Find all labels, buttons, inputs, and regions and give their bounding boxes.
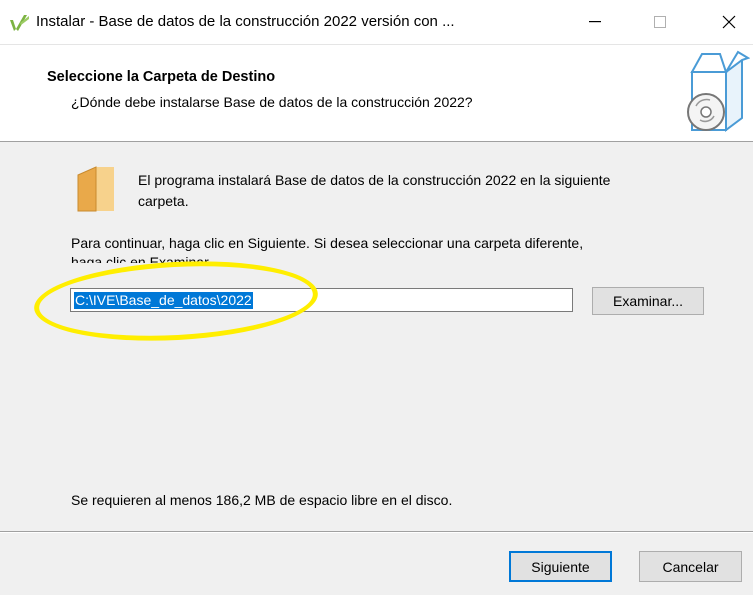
minimize-button[interactable] [572,0,618,44]
maximize-button[interactable] [637,0,683,44]
close-icon [722,15,736,29]
window-title: Instalar - Base de datos de la construcc… [36,13,455,30]
destination-path-value: C:\IVE\Base_de_datos\2022 [74,292,253,309]
folder-icon [77,166,114,212]
app-icon [10,15,29,31]
next-button[interactable]: Siguiente [509,551,612,582]
minimize-icon [589,21,601,23]
footer-divider [0,531,753,533]
page-subtitle: ¿Dónde debe instalarse Base de datos de … [71,94,473,110]
instructions-text: Para continuar, haga clic en Siguiente. … [71,235,584,251]
intro-text-cont: carpeta. [138,193,189,209]
wizard-header: Seleccione la Carpeta de Destino ¿Dónde … [0,45,753,142]
page-title: Seleccione la Carpeta de Destino [47,69,276,85]
close-button[interactable] [706,0,752,44]
intro-text: El programa instalará Base de datos de l… [138,172,611,188]
box-disc-icon [687,50,750,132]
maximize-icon [654,16,666,28]
disk-space-text: Se requieren al menos 186,2 MB de espaci… [71,492,453,508]
title-bar: Instalar - Base de datos de la construcc… [0,0,753,45]
cancel-button[interactable]: Cancelar [639,551,742,582]
destination-path-input[interactable]: C:\IVE\Base_de_datos\2022 [70,288,573,312]
browse-button[interactable]: Examinar... [592,287,704,315]
instructions-text-cont: haga clic en Examinar. [71,254,212,263]
